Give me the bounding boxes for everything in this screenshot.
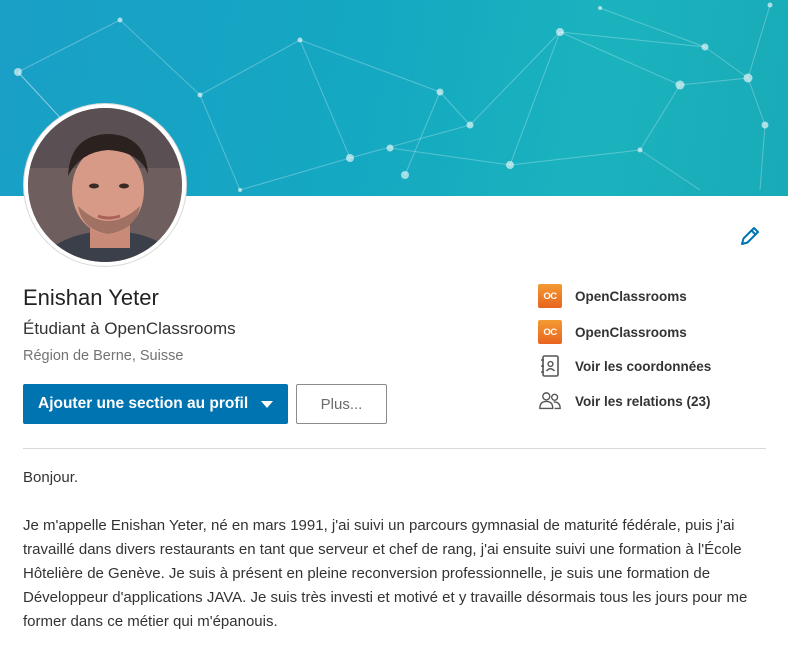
sidebar-item-label: Voir les coordonnées	[575, 358, 712, 374]
profile-name: Enishan Yeter	[23, 285, 159, 310]
edit-profile-button[interactable]	[738, 224, 762, 248]
sidebar-item-school[interactable]: OC OpenClassrooms	[538, 319, 687, 345]
openclassrooms-logo: OC	[538, 320, 562, 344]
about-section: Bonjour. Je m'appelle Enishan Yeter, né …	[23, 466, 768, 634]
caret-down-icon	[261, 401, 273, 408]
about-greeting: Bonjour.	[23, 469, 79, 486]
profile-location: Région de Berne, Suisse	[23, 348, 184, 364]
sidebar-item-label: OpenClassrooms	[575, 288, 687, 304]
openclassrooms-logo: OC	[538, 284, 562, 308]
people-icon	[538, 389, 562, 413]
avatar-portrait	[28, 108, 182, 262]
profile-headline: Étudiant à OpenClassrooms	[23, 319, 236, 338]
sidebar-item-company[interactable]: OC OpenClassrooms	[538, 283, 687, 309]
sidebar-item-contact-info[interactable]: Voir les coordonnées	[538, 353, 711, 379]
profile-photo[interactable]	[24, 104, 186, 266]
about-body: Je m'appelle Enishan Yeter, né en mars 1…	[23, 517, 748, 630]
add-profile-section-label: Ajouter une section au profil	[38, 395, 249, 412]
pencil-icon	[741, 227, 759, 245]
contact-card-icon	[538, 354, 562, 378]
more-button[interactable]: Plus...	[296, 384, 387, 424]
sidebar-item-connections[interactable]: Voir les relations (23)	[538, 388, 711, 414]
sidebar-item-label: OpenClassrooms	[575, 324, 687, 340]
section-divider	[23, 448, 766, 449]
add-profile-section-button[interactable]: Ajouter une section au profil	[23, 384, 288, 424]
sidebar-item-label: Voir les relations (23)	[575, 393, 711, 409]
